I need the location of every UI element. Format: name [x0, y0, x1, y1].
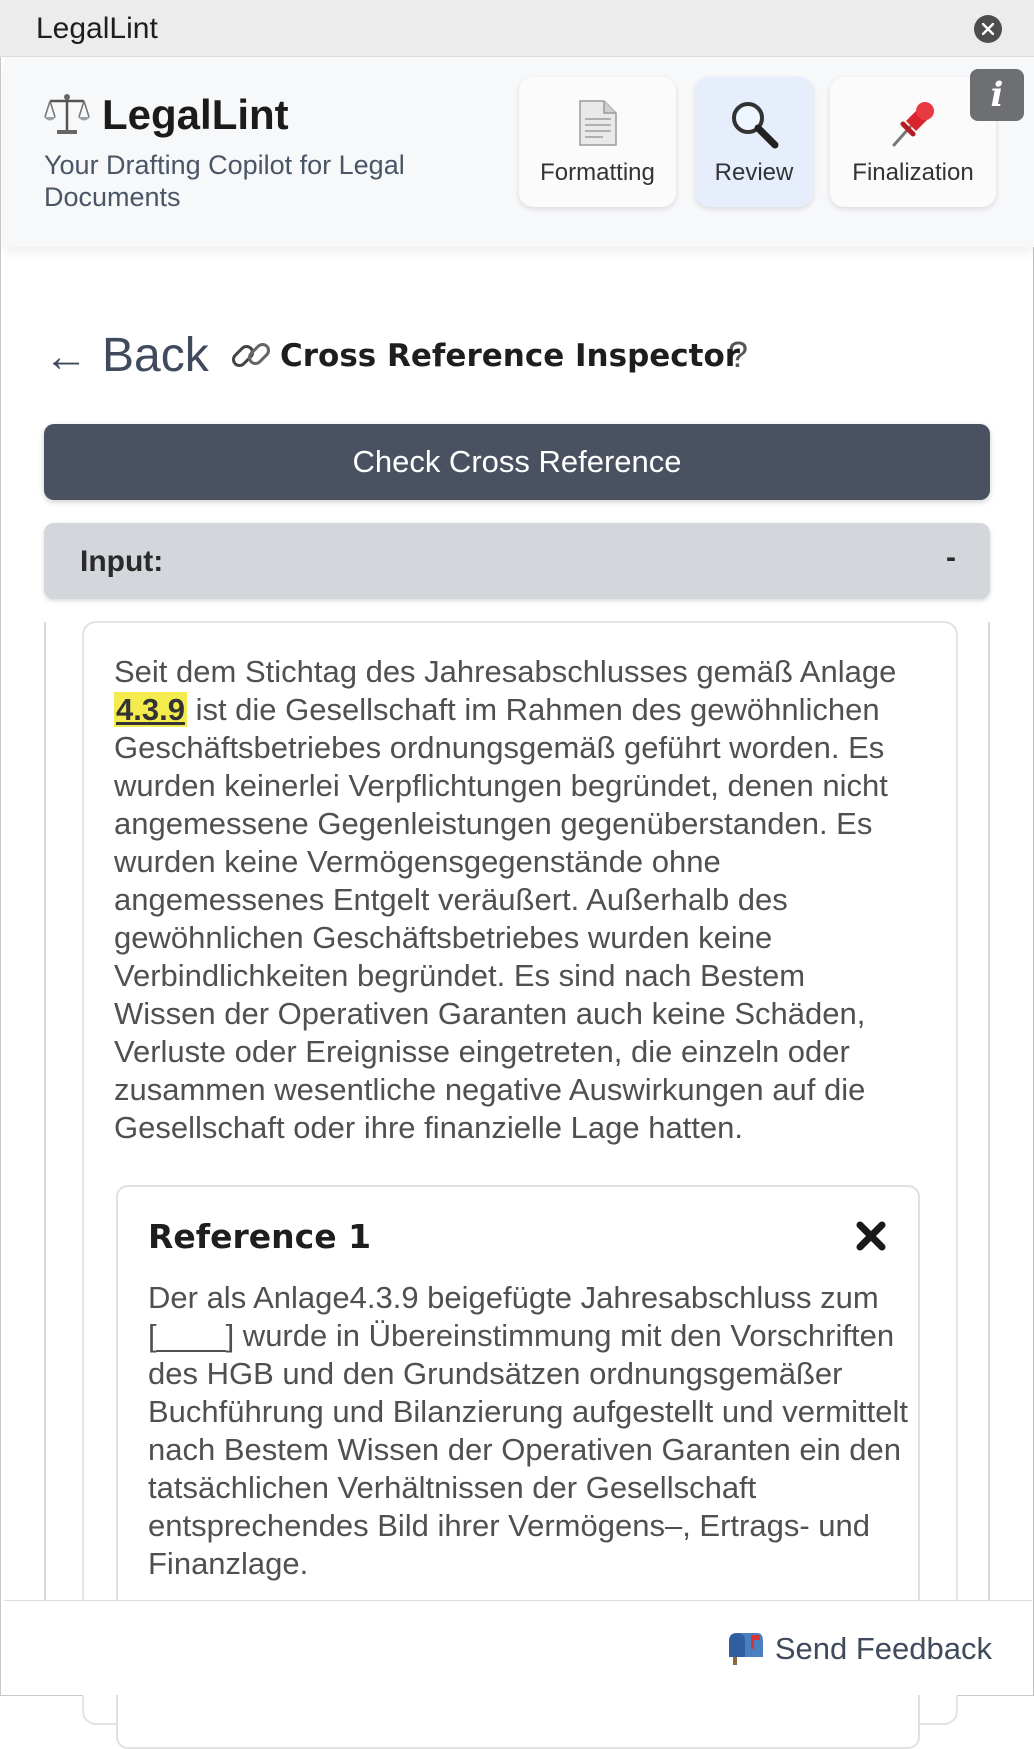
tab-review-label: Review — [714, 159, 794, 186]
send-feedback-label: Send Feedback — [774, 1631, 992, 1666]
info-button[interactable]: i — [970, 69, 1024, 121]
collapse-icon[interactable]: - — [946, 541, 956, 575]
back-label: Back — [102, 329, 209, 382]
magnifier-icon — [729, 99, 779, 154]
reference-title: Reference 1 — [148, 1217, 372, 1256]
close-reference-icon[interactable] — [856, 1221, 886, 1256]
document-icon — [578, 99, 618, 152]
input-text-after: ist die Gesellschaft im Rahmen des gewöh… — [114, 692, 888, 1145]
input-label: Input: — [80, 545, 164, 578]
check-cross-reference-button[interactable]: Check Cross Reference — [44, 424, 990, 500]
reference-text: Der als Anlage4.3.9 beigefügte Jahresabs… — [148, 1280, 908, 1581]
tab-formatting-label: Formatting — [540, 159, 655, 186]
highlighted-reference[interactable]: 4.3.9 — [114, 692, 187, 727]
app-header: LegalLint Your Drafting Copilot for Lega… — [4, 57, 1034, 247]
pushpin-icon — [888, 99, 938, 154]
panel-border-left — [44, 622, 46, 1600]
input-paragraph: Seit dem Stichtag des Jahresabschlusses … — [114, 653, 914, 1147]
back-button[interactable]: ← Back — [44, 328, 209, 383]
link-icon — [230, 334, 272, 381]
arrow-left-icon: ← — [44, 332, 88, 381]
info-icon: i — [990, 75, 1004, 115]
input-text-before: Seit dem Stichtag des Jahresabschlusses … — [114, 654, 897, 689]
tab-formatting[interactable]: Formatting — [519, 77, 676, 207]
panel-border-right — [988, 622, 990, 1600]
brand-name: LegalLint — [102, 91, 289, 138]
mailbox-icon — [727, 1631, 765, 1673]
close-icon[interactable] — [974, 15, 1002, 43]
title-bar: LegalLint — [0, 0, 1034, 57]
help-icon[interactable]: ? — [728, 334, 748, 376]
input-text-panel[interactable]: Seit dem Stichtag des Jahresabschlusses … — [82, 621, 958, 1749]
tab-finalization-label: Finalization — [852, 159, 974, 186]
tool-title: Cross Reference Inspector — [280, 338, 741, 374]
scales-icon — [44, 91, 90, 142]
input-section-header[interactable]: Input: - — [44, 523, 990, 599]
footer: Send Feedback — [4, 1600, 1032, 1695]
tab-review[interactable]: Review — [695, 77, 813, 207]
window-title: LegalLint — [36, 12, 158, 45]
tagline: Your Drafting Copilot for Legal Document… — [44, 150, 405, 212]
send-feedback-link[interactable]: Send Feedback — [727, 1631, 992, 1673]
